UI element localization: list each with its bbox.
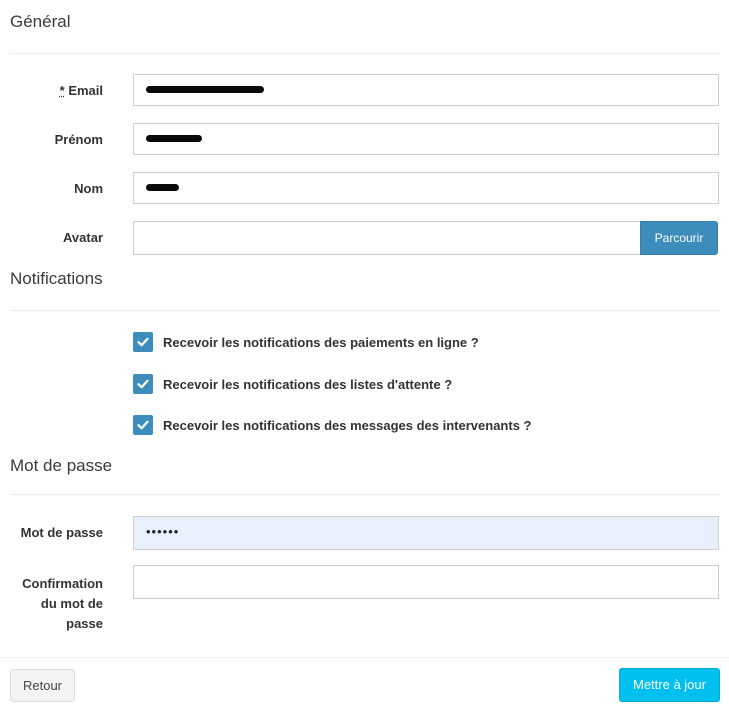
notification-label: Recevoir les notifications des paiements… xyxy=(163,334,479,350)
notification-label: Recevoir les notifications des messages … xyxy=(163,417,532,433)
notification-label: Recevoir les notifications des listes d'… xyxy=(163,376,453,392)
redacted-firstname xyxy=(146,135,202,143)
redacted-lastname xyxy=(146,184,179,192)
checkbox-checked-icon[interactable] xyxy=(133,374,153,394)
avatar-label: Avatar xyxy=(63,230,103,245)
section-title-general: Général xyxy=(10,12,71,31)
firstname-input[interactable] xyxy=(133,123,719,155)
password-confirm-label-line3: passe xyxy=(66,616,103,631)
avatar-file-input[interactable] xyxy=(133,221,641,255)
section-title-notifications: Notifications xyxy=(10,269,103,288)
checkbox-checked-icon[interactable] xyxy=(133,415,153,435)
password-confirm-label-line1: Confirmation xyxy=(22,576,103,591)
divider-password xyxy=(10,494,719,495)
firstname-label: Prénom xyxy=(54,132,103,147)
lastname-label: Nom xyxy=(74,181,103,196)
email-input[interactable] xyxy=(133,74,719,106)
password-label: Mot de passe xyxy=(20,525,103,540)
email-label: * Email xyxy=(0,83,103,98)
email-label-text: Email xyxy=(68,83,103,98)
redacted-email xyxy=(146,86,264,94)
password-input[interactable]: •••••• xyxy=(133,516,719,550)
footer-divider xyxy=(0,657,729,658)
back-button[interactable]: Retour xyxy=(10,669,75,702)
section-title-password: Mot de passe xyxy=(10,456,113,475)
password-confirm-input[interactable] xyxy=(133,565,719,599)
notification-option-payments[interactable]: Recevoir les notifications des paiements… xyxy=(133,332,479,352)
divider-general xyxy=(10,53,719,54)
notification-option-waiting-lists[interactable]: Recevoir les notifications des listes d'… xyxy=(133,374,452,394)
password-confirm-label: Confirmation du mot de passe xyxy=(0,574,103,634)
notification-option-messages[interactable]: Recevoir les notifications des messages … xyxy=(133,415,531,435)
divider-notifications xyxy=(10,310,719,311)
lastname-input[interactable] xyxy=(133,172,719,204)
password-value: •••••• xyxy=(146,524,180,539)
update-button[interactable]: Mettre à jour xyxy=(619,668,720,702)
required-mark: * xyxy=(59,83,65,98)
browse-button[interactable]: Parcourir xyxy=(640,221,718,255)
password-confirm-label-line2: du mot de xyxy=(40,596,103,611)
checkbox-checked-icon[interactable] xyxy=(133,332,153,352)
